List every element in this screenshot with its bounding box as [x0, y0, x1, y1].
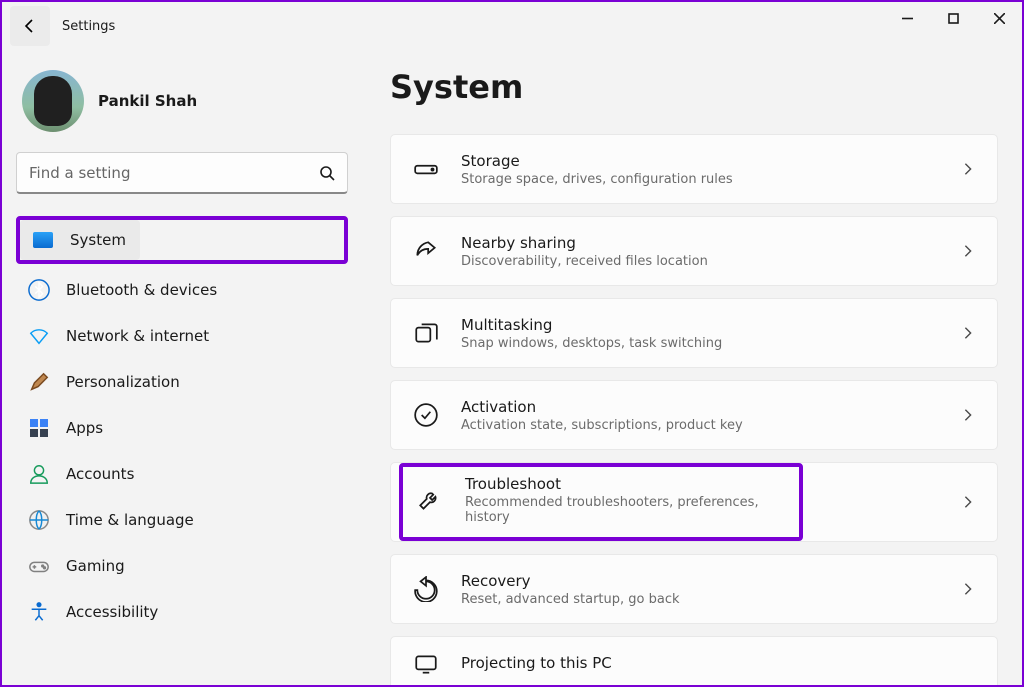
maximize-icon [948, 13, 959, 24]
nav-label: Network & internet [66, 327, 209, 345]
nav-network[interactable]: Network & internet [16, 316, 348, 356]
page-title: System [390, 68, 998, 106]
card-nearby-sharing[interactable]: Nearby sharing Discoverability, received… [390, 216, 998, 286]
nav-accessibility[interactable]: Accessibility [16, 592, 348, 632]
card-recovery[interactable]: Recovery Reset, advanced startup, go bac… [390, 554, 998, 624]
recovery-icon [413, 576, 439, 602]
nav-bluetooth[interactable]: Bluetooth & devices [16, 270, 348, 310]
close-button[interactable] [976, 2, 1022, 34]
nav-label: Time & language [66, 511, 194, 529]
card-activation[interactable]: Activation Activation state, subscriptio… [390, 380, 998, 450]
window-controls [884, 2, 1022, 34]
card-desc: Discoverability, received files location [461, 254, 939, 269]
card-desc: Snap windows, desktops, task switching [461, 336, 939, 351]
search-input[interactable] [29, 164, 319, 182]
card-projecting[interactable]: Projecting to this PC [390, 636, 998, 685]
chevron-right-icon [961, 326, 975, 340]
multitask-icon [413, 320, 439, 346]
card-desc: Storage space, drives, configuration rul… [461, 172, 939, 187]
card-list: Storage Storage space, drives, configura… [390, 134, 998, 685]
chevron-right-icon [961, 495, 975, 509]
card-multitasking[interactable]: Multitasking Snap windows, desktops, tas… [390, 298, 998, 368]
wrench-icon [417, 487, 443, 513]
nav-personalization[interactable]: Personalization [16, 362, 348, 402]
nav-label: Bluetooth & devices [66, 281, 217, 299]
card-title: Recovery [461, 572, 939, 590]
nav-label: Accounts [66, 465, 134, 483]
nav-time[interactable]: Time & language [16, 500, 348, 540]
nav-label: Personalization [66, 373, 180, 391]
nav-gaming[interactable]: Gaming [16, 546, 348, 586]
chevron-right-icon [961, 244, 975, 258]
nav-system[interactable]: System [20, 220, 140, 260]
window-title: Settings [62, 19, 115, 34]
minimize-icon [902, 13, 913, 24]
nav-label: Accessibility [66, 603, 158, 621]
person-icon [28, 463, 50, 485]
search-box[interactable] [16, 152, 348, 194]
arrow-left-icon [22, 18, 38, 34]
nav-apps[interactable]: Apps [16, 408, 348, 448]
nav-label: System [70, 231, 126, 249]
chevron-right-icon [961, 582, 975, 596]
titlebar: Settings [2, 2, 1022, 50]
nav-label: Gaming [66, 557, 125, 575]
card-troubleshoot[interactable]: Troubleshoot Recommended troubleshooters… [390, 462, 998, 542]
card-title: Nearby sharing [461, 234, 939, 252]
check-circle-icon [413, 402, 439, 428]
search-icon [319, 165, 335, 181]
card-desc: Reset, advanced startup, go back [461, 592, 939, 607]
card-desc: Activation state, subscriptions, product… [461, 418, 939, 433]
card-title: Multitasking [461, 316, 939, 334]
chevron-right-icon [961, 408, 975, 422]
gamepad-icon [28, 555, 50, 577]
storage-icon [413, 156, 439, 182]
accessibility-icon [28, 601, 50, 623]
nav-accounts[interactable]: Accounts [16, 454, 348, 494]
apps-icon [28, 417, 50, 439]
profile[interactable]: Pankil Shah [22, 70, 348, 132]
maximize-button[interactable] [930, 2, 976, 34]
project-icon [413, 651, 439, 677]
nav-label: Apps [66, 419, 103, 437]
nav: System Bluetooth & devices Network & int… [16, 216, 348, 632]
close-icon [994, 13, 1005, 24]
sidebar: Pankil Shah System Bluetooth & devices N… [2, 50, 362, 685]
bluetooth-icon [28, 279, 50, 301]
highlight-troubleshoot: Troubleshoot Recommended troubleshooters… [399, 463, 803, 541]
share-icon [413, 238, 439, 264]
avatar [22, 70, 84, 132]
card-title: Storage [461, 152, 939, 170]
profile-name: Pankil Shah [98, 92, 197, 110]
card-title: Activation [461, 398, 939, 416]
card-title: Troubleshoot [465, 475, 785, 493]
main-content: System Storage Storage space, drives, co… [362, 50, 1022, 685]
card-storage[interactable]: Storage Storage space, drives, configura… [390, 134, 998, 204]
card-desc: Recommended troubleshooters, preferences… [465, 495, 785, 525]
brush-icon [28, 371, 50, 393]
system-icon [32, 229, 54, 251]
back-button[interactable] [10, 6, 50, 46]
wifi-icon [28, 325, 50, 347]
card-title: Projecting to this PC [461, 654, 975, 672]
highlight-system: System [16, 216, 348, 264]
minimize-button[interactable] [884, 2, 930, 34]
clock-globe-icon [28, 509, 50, 531]
chevron-right-icon [961, 162, 975, 176]
